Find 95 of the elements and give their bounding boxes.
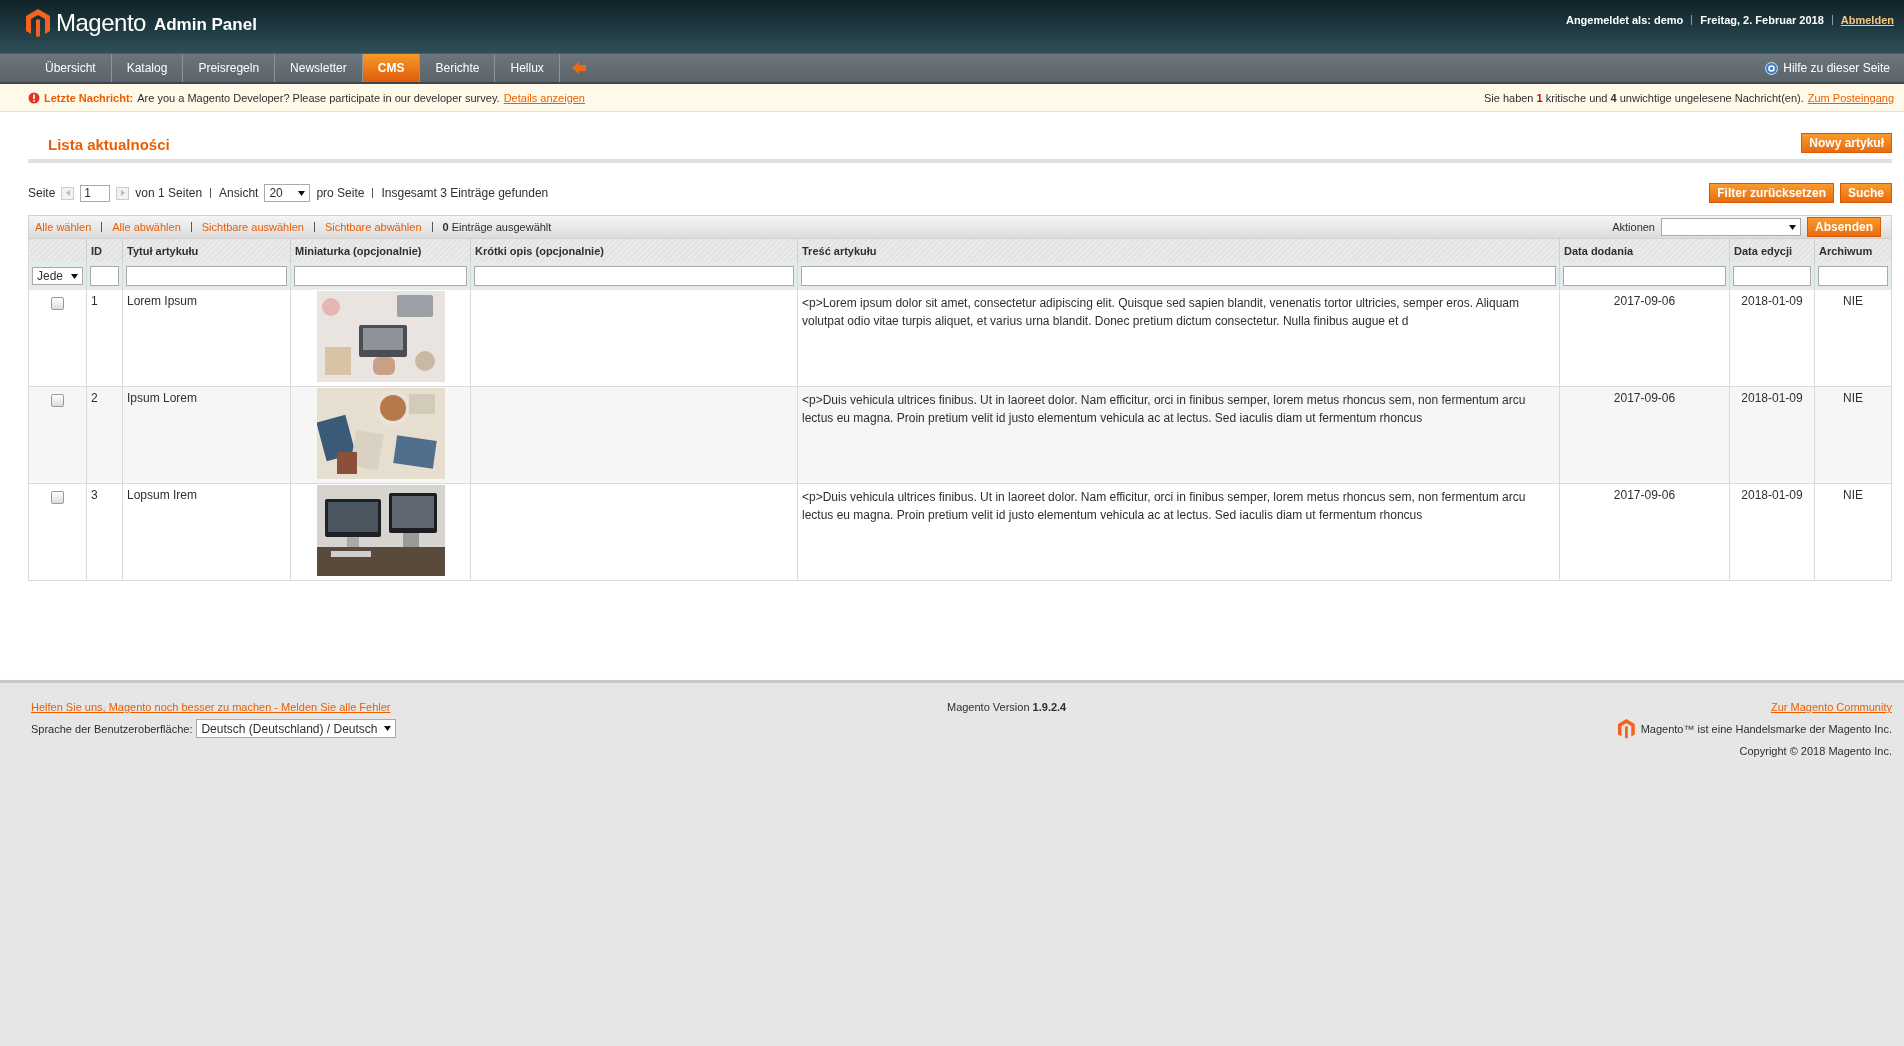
- selection-link[interactable]: Sichtbare abwählen: [324, 221, 422, 233]
- table-cell: 3: [86, 483, 123, 581]
- column-header: Data edycji: [1729, 239, 1815, 262]
- filter-field[interactable]: [1733, 266, 1811, 286]
- per-page-select[interactable]: 20: [264, 184, 311, 202]
- filter-field[interactable]: [474, 266, 794, 286]
- table-cell: 2018-01-09: [1729, 290, 1815, 387]
- column-header: Miniaturka (opcjonalnie): [290, 239, 471, 262]
- table-cell: <p>Duis vehicula ultrices finibus. Ut in laoreet dolor. Nam efficitur, orci in finibus semper, lorem metus rhoncus sem, non fermentum arcu lectus eu magna. Proin pretium velit id justo elementum vehicula ac at lectus. Sed iaculis diam ut fermentum rhoncus: [797, 483, 1560, 581]
- logout-link[interactable]: Abmelden: [1840, 14, 1894, 26]
- table-cell: 2: [86, 386, 123, 484]
- help-icon: [1765, 61, 1779, 75]
- column-header: ID: [86, 239, 123, 262]
- previous-page-button[interactable]: [61, 186, 75, 200]
- selection-link[interactable]: Alle wählen: [35, 221, 92, 233]
- view-label: Ansicht: [219, 186, 259, 200]
- notice-text: Are you a Magento Developer? Please participate in our developer survey.: [137, 91, 500, 104]
- total-count: Insgesamt 3 Einträge gefunden: [381, 186, 549, 200]
- filter-field[interactable]: [801, 266, 1556, 286]
- table-cell: Lorem Ipsum: [122, 290, 291, 387]
- next-page-button[interactable]: [116, 186, 130, 200]
- logo-icon: [26, 9, 50, 37]
- table-cell: 2018-01-09: [1729, 483, 1815, 581]
- column-header: Archiwum: [1814, 239, 1892, 262]
- table-cell: 2017-09-06: [1559, 483, 1730, 581]
- user-label: Angemeldet als: demo: [1565, 14, 1684, 26]
- column-header: Tytuł artykułu: [122, 239, 291, 262]
- selection-link[interactable]: Sichtbare auswählen: [201, 221, 304, 233]
- logo-subtitle: Admin Panel: [153, 15, 257, 35]
- table-cell: NIE: [1814, 386, 1892, 484]
- filter-field[interactable]: [1818, 266, 1888, 286]
- filter-field[interactable]: [1563, 266, 1726, 286]
- nav-tab[interactable]: Berichte: [420, 54, 496, 82]
- caret-icon: [1789, 224, 1796, 230]
- notice-summary: Sie haben 1 kritische und 4 unwichtige ungelesene Nachricht(en).: [1483, 91, 1804, 104]
- nav-tab[interactable]: Newsletter: [275, 54, 363, 82]
- copyright-text: Copyright © 2018 Magento Inc.: [1739, 745, 1892, 757]
- submit-button[interactable]: Absenden: [1807, 217, 1881, 237]
- page-title: Lista aktualności: [48, 136, 170, 153]
- table-cell: <p>Lorem ipsum dolor sit amet, consectetur adipiscing elit. Quisque sed sapien blandit, venenatis tortor ultricies, semper eros. Aliquam volutpat odio vitae turpis aliquet, et varius urna blandit. Donec pretium dictum consectetur. Nulla finibus augue et d: [797, 290, 1560, 387]
- date-label: Freitag, 2. Februar 2018: [1700, 14, 1824, 26]
- selected-count: 0 Einträge ausgewählt: [442, 221, 552, 233]
- nav-tab[interactable]: Hellux: [495, 54, 560, 82]
- help-link[interactable]: Hilfe zu dieser Seite: [1783, 61, 1890, 75]
- logo-text: Magento: [56, 9, 146, 37]
- nav-tab[interactable]: Preisregeln: [183, 54, 276, 82]
- table-cell: NIE: [1814, 290, 1892, 387]
- language-label: Sprache der Benutzeroberfläche:: [31, 722, 193, 735]
- arrow-left-icon[interactable]: [571, 62, 586, 74]
- row-checkbox[interactable]: [51, 297, 64, 310]
- alert-icon: [28, 91, 40, 104]
- table-cell: Ipsum Lorem: [122, 386, 291, 484]
- notice-label: Letzte Nachricht:: [44, 91, 134, 104]
- community-link[interactable]: Zur Magento Community: [1770, 701, 1892, 713]
- filter-select[interactable]: Jede: [32, 267, 83, 285]
- filter-field[interactable]: [126, 266, 287, 286]
- search-button[interactable]: Suche: [1840, 183, 1892, 203]
- new-article-button[interactable]: Nowy artykuł: [1801, 133, 1892, 153]
- filter-field[interactable]: [90, 266, 119, 286]
- inbox-link[interactable]: Zum Posteingang: [1807, 91, 1894, 104]
- table-cell: 2018-01-09: [1729, 386, 1815, 484]
- reset-filter-button[interactable]: Filter zurücksetzen: [1709, 183, 1834, 203]
- row-checkbox[interactable]: [51, 394, 64, 407]
- row-checkbox[interactable]: [51, 491, 64, 504]
- per-page-label: pro Seite: [316, 186, 365, 200]
- table-cell: 2017-09-06: [1559, 386, 1730, 484]
- table-cell: 1: [86, 290, 123, 387]
- version-text: Magento Version 1.9.2.4: [946, 701, 1067, 713]
- arrow-right-icon: [120, 190, 125, 196]
- table-cell: Lopsum Irem: [122, 483, 291, 581]
- table-cell: 2017-09-06: [1559, 290, 1730, 387]
- nav-tab[interactable]: Katalog: [111, 54, 184, 82]
- logo-icon: [1617, 719, 1635, 739]
- caret-icon: [298, 190, 306, 196]
- selection-link[interactable]: Alle abwählen: [112, 221, 181, 233]
- filter-field[interactable]: [294, 266, 467, 286]
- table-cell: <p>Duis vehicula ultrices finibus. Ut in laoreet dolor. Nam efficitur, orci in finibus semper, lorem metus rhoncus sem, non fermentum arcu lectus eu magna. Proin pretium velit id justo elementum vehicula ac at lectus. Sed iaculis diam ut fermentum rhoncus: [797, 386, 1560, 484]
- arrow-left-icon: [65, 190, 70, 196]
- page-count: von 1 Seiten: [135, 186, 203, 200]
- column-header: Treść artykułu: [797, 239, 1560, 262]
- column-header: Krótki opis (opcjonalnie): [470, 239, 798, 262]
- column-header: Data dodania: [1559, 239, 1730, 262]
- report-bugs-link[interactable]: Helfen Sie uns, Magento noch besser zu machen - Melden Sie alle Fehler: [31, 701, 396, 713]
- page-label: Seite: [28, 186, 56, 200]
- nav-tab[interactable]: CMS: [362, 54, 421, 82]
- actions-label: Aktionen: [1612, 221, 1655, 233]
- trademark-text: Magento™ ist eine Handelsmarke der Magento Inc.: [1640, 723, 1892, 735]
- table-cell: NIE: [1814, 483, 1892, 581]
- caret-icon: [383, 726, 391, 731]
- caret-icon: [71, 273, 78, 279]
- language-select[interactable]: Deutsch (Deutschland) / Deutsch: [196, 719, 396, 738]
- details-link[interactable]: Details anzeigen: [503, 91, 585, 104]
- page-input[interactable]: 1: [80, 184, 111, 202]
- actions-select[interactable]: [1661, 218, 1801, 236]
- nav-tab[interactable]: Übersicht: [30, 54, 112, 82]
